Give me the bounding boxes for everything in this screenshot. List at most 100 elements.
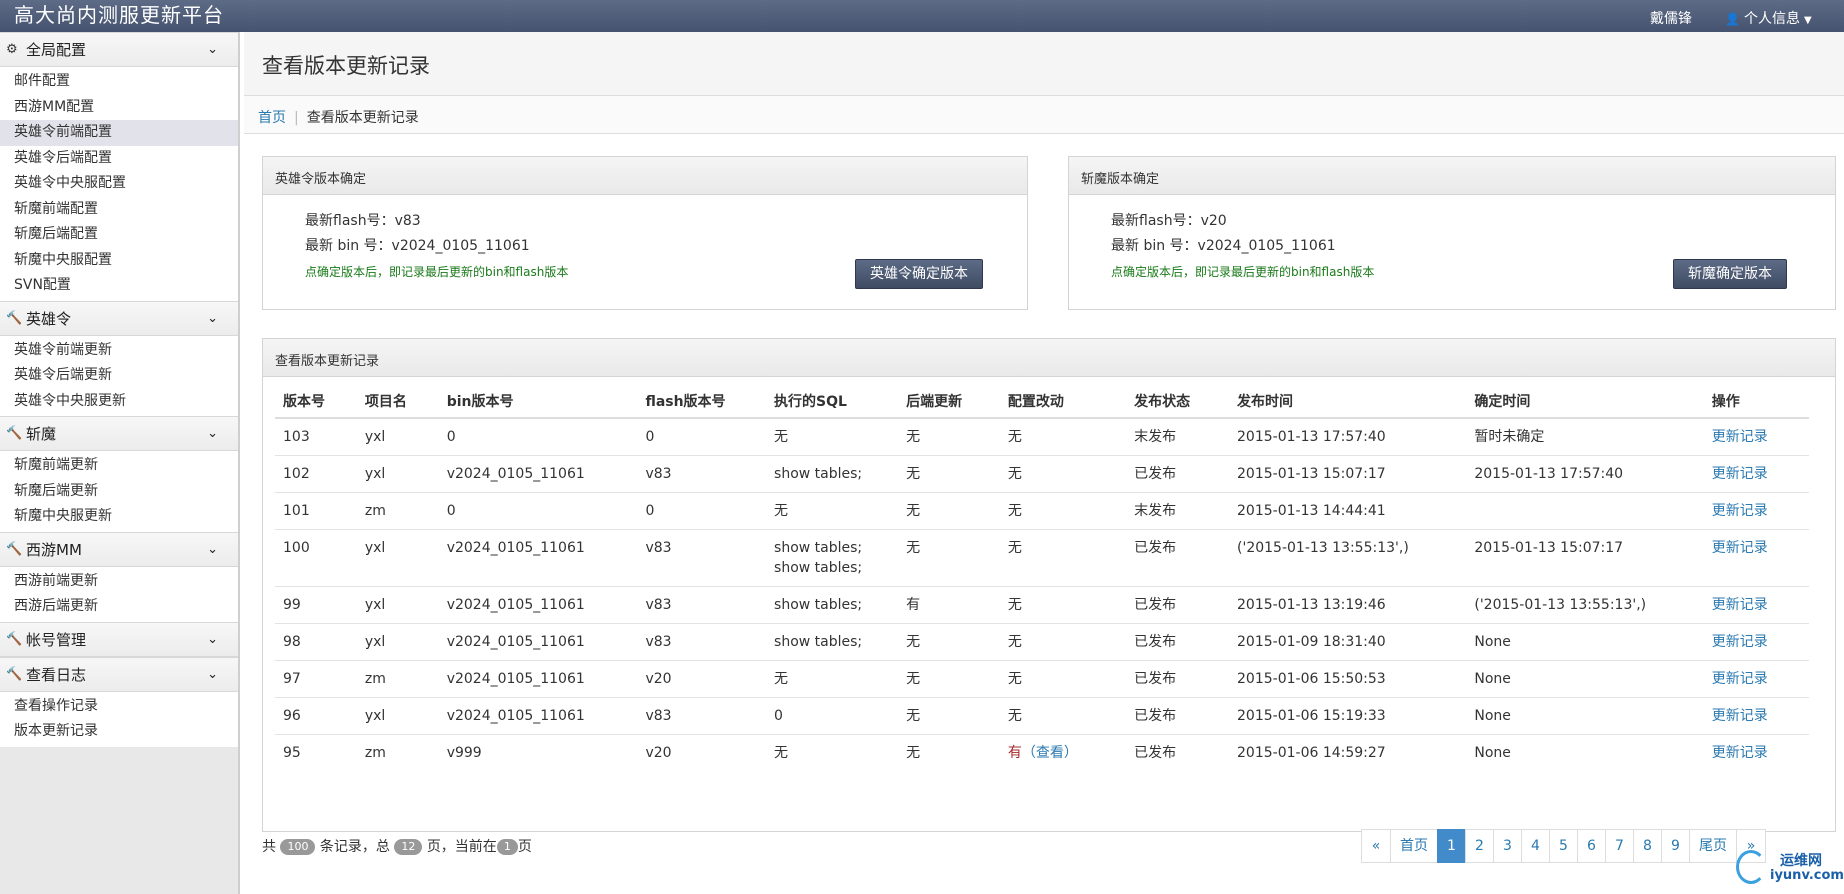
breadcrumb-current: 查看版本更新记录 bbox=[306, 110, 419, 126]
pagination-page[interactable]: 2 bbox=[1465, 829, 1494, 863]
pagination-page[interactable]: 4 bbox=[1521, 829, 1550, 863]
update-record-link[interactable]: 更新记录 bbox=[1712, 540, 1768, 556]
pagination-page[interactable]: 8 bbox=[1633, 829, 1662, 863]
publish-time-cell: 2015-01-13 13:19:46 bbox=[1229, 586, 1467, 624]
pagination-page[interactable]: 5 bbox=[1549, 829, 1578, 863]
version-cell: 100 bbox=[275, 529, 357, 587]
sidebar-group-header[interactable]: ⚙ 全局配置 ⌄ bbox=[0, 32, 238, 67]
config-change-value: 无 bbox=[1007, 540, 1022, 556]
yxl-latest-flash: 最新flash号：v83 bbox=[305, 213, 421, 229]
sidebar-group-header[interactable]: 🔨 帐号管理 ⌄ bbox=[0, 621, 238, 657]
publish-status-cell: 末发布 bbox=[1126, 492, 1230, 530]
sidebar-group: ⚙ 全局配置 ⌄ 邮件配置 西游MM配置 英雄令前端配置 英雄令后端配置 英雄令中央服配置 斩魔… bbox=[0, 32, 238, 301]
bin-version-cell: v2024_0105_11061 bbox=[438, 529, 638, 587]
publish-status-cell: 已发布 bbox=[1126, 697, 1230, 735]
bin-version-cell: v2024_0105_11061 bbox=[438, 586, 638, 624]
table-row: 100 yxl v2024_0105_11061 v83 show tables; sho… bbox=[275, 529, 1809, 587]
column-header: flash版本号 bbox=[637, 384, 767, 419]
sidebar-item[interactable]: SVN配置 bbox=[0, 273, 238, 299]
sidebar-item[interactable]: 斩魔前端配置 bbox=[0, 197, 238, 223]
column-header: 执行的SQL bbox=[766, 384, 899, 419]
bin-version-cell: v2024_0105_11061 bbox=[438, 455, 638, 493]
pagination-prev[interactable]: « bbox=[1361, 829, 1391, 863]
sidebar-item[interactable]: 查看操作记录 bbox=[0, 694, 238, 720]
sql-line: show tables; bbox=[774, 634, 863, 650]
update-record-link[interactable]: 更新记录 bbox=[1712, 503, 1768, 519]
config-view-link[interactable]: （查看） bbox=[1022, 745, 1078, 761]
confirm-time-cell: ('2015-01-13 13:55:13',) bbox=[1466, 586, 1704, 624]
chevron-down-icon: ⌄ bbox=[207, 42, 218, 57]
project-cell: zm bbox=[356, 660, 439, 698]
sidebar-item[interactable]: 斩魔后端配置 bbox=[0, 222, 238, 248]
version-cell: 102 bbox=[275, 455, 357, 493]
sidebar-item[interactable]: 英雄令后端更新 bbox=[0, 363, 238, 389]
app-title[interactable]: 高大尚内测服更新平台 bbox=[14, 2, 224, 28]
sidebar-item[interactable]: 西游后端更新 bbox=[0, 594, 238, 620]
project-cell: yxl bbox=[356, 697, 439, 735]
table-row: 98 yxl v2024_0105_11061 v83 show tables; 无无 已发… bbox=[275, 623, 1809, 661]
sidebar-group-header[interactable]: 🔨 斩魔 ⌄ bbox=[0, 416, 238, 451]
hammer-icon: 🔨 bbox=[6, 541, 23, 557]
sidebar-item[interactable]: 斩魔中央服更新 bbox=[0, 504, 238, 530]
update-record-link[interactable]: 更新记录 bbox=[1712, 671, 1768, 687]
sidebar-item[interactable]: 英雄令前端配置 bbox=[0, 120, 238, 146]
pagination-page[interactable]: 7 bbox=[1605, 829, 1634, 863]
publish-time-cell: 2015-01-06 15:19:33 bbox=[1229, 697, 1467, 735]
config-change-value: 有 bbox=[1007, 745, 1022, 761]
sidebar-item[interactable]: 斩魔中央服配置 bbox=[0, 248, 238, 274]
pagination-page[interactable]: 9 bbox=[1661, 829, 1690, 863]
breadcrumb-home-link[interactable]: 首页 bbox=[258, 110, 286, 126]
hammer-icon: 🔨 bbox=[6, 426, 23, 441]
flash-version-cell: v83 bbox=[637, 623, 767, 661]
sidebar-item[interactable]: 西游前端更新 bbox=[0, 569, 238, 595]
update-record-link[interactable]: 更新记录 bbox=[1712, 708, 1768, 724]
pagination-last[interactable]: 尾页 bbox=[1689, 829, 1737, 863]
version-cell: 97 bbox=[275, 660, 357, 698]
update-record-link[interactable]: 更新记录 bbox=[1712, 429, 1768, 445]
current-user-name[interactable]: 戴儒锋 bbox=[1650, 8, 1692, 28]
sidebar-item[interactable]: 版本更新记录 bbox=[0, 719, 238, 745]
records-panel: 查看版本更新记录 版本号 项目名 bin版本号 flash版本号 执行的SQL 后端更新配… bbox=[262, 338, 1836, 832]
sidebar-group-header[interactable]: 🔨 英雄令 ⌄ bbox=[0, 300, 238, 336]
sidebar-item[interactable]: 斩魔前端更新 bbox=[0, 453, 238, 479]
sql-line: show tables; bbox=[774, 540, 863, 556]
sidebar-item[interactable]: 邮件配置 bbox=[0, 69, 238, 95]
publish-time-cell: ('2015-01-13 13:55:13',) bbox=[1229, 529, 1467, 587]
publish-status-cell: 已发布 bbox=[1126, 529, 1230, 587]
backend-update-cell: 无 bbox=[898, 529, 1000, 587]
update-record-link[interactable]: 更新记录 bbox=[1712, 466, 1768, 482]
flash-version-cell: v83 bbox=[637, 455, 767, 493]
publish-status-cell: 已发布 bbox=[1126, 586, 1230, 624]
sidebar-item[interactable]: 英雄令后端配置 bbox=[0, 146, 238, 172]
sidebar-item[interactable]: 斩魔后端更新 bbox=[0, 479, 238, 505]
sidebar: ⚙ 全局配置 ⌄ 邮件配置 西游MM配置 英雄令前端配置 英雄令后端配置 英雄令中央服配置 斩魔… bbox=[0, 32, 240, 894]
sidebar-item[interactable]: 英雄令中央服更新 bbox=[0, 389, 238, 415]
update-record-link[interactable]: 更新记录 bbox=[1712, 745, 1768, 761]
version-cell: 96 bbox=[275, 697, 357, 735]
project-cell: zm bbox=[356, 734, 439, 771]
sidebar-group-header[interactable]: 🔨 查看日志 ⌄ bbox=[0, 656, 238, 692]
publish-time-cell: 2015-01-09 18:31:40 bbox=[1229, 623, 1467, 661]
watermark-logo: 运维网 iyunv.com bbox=[1736, 850, 1844, 890]
sql-cell: 无 bbox=[766, 417, 899, 456]
zm-confirm-version-button[interactable]: 斩魔确定版本 bbox=[1673, 259, 1787, 289]
table-row: 101 zm 0 0 无无无末发布 2015-01-13 14:44:41 更新记录 bbox=[275, 492, 1809, 530]
yxl-confirm-version-button[interactable]: 英雄令确定版本 bbox=[855, 259, 983, 289]
sidebar-group-header[interactable]: 🔨 西游MM ⌄ bbox=[0, 531, 238, 567]
update-record-link[interactable]: 更新记录 bbox=[1712, 634, 1768, 650]
sidebar-item[interactable]: 英雄令中央服配置 bbox=[0, 171, 238, 197]
pagination-first[interactable]: 首页 bbox=[1390, 829, 1438, 863]
confirm-time-cell: 2015-01-13 17:57:40 bbox=[1466, 455, 1704, 493]
sql-line: 无 bbox=[774, 745, 789, 761]
sidebar-item[interactable]: 西游MM配置 bbox=[0, 95, 238, 121]
top-navbar: 高大尚内测服更新平台 戴儒锋 👤 个人信息 ▼ bbox=[0, 0, 1844, 32]
profile-menu[interactable]: 👤 个人信息 ▼ bbox=[1725, 8, 1812, 28]
sidebar-item[interactable]: 英雄令前端更新 bbox=[0, 338, 238, 364]
update-record-link[interactable]: 更新记录 bbox=[1712, 597, 1768, 613]
bin-version-cell: 0 bbox=[438, 417, 638, 456]
pagination-page[interactable]: 1 bbox=[1437, 829, 1466, 863]
publish-time-cell: 2015-01-06 14:59:27 bbox=[1229, 734, 1467, 771]
config-change-cell: 有（查看） bbox=[999, 734, 1127, 771]
pagination-page[interactable]: 6 bbox=[1577, 829, 1606, 863]
pagination-page[interactable]: 3 bbox=[1493, 829, 1522, 863]
